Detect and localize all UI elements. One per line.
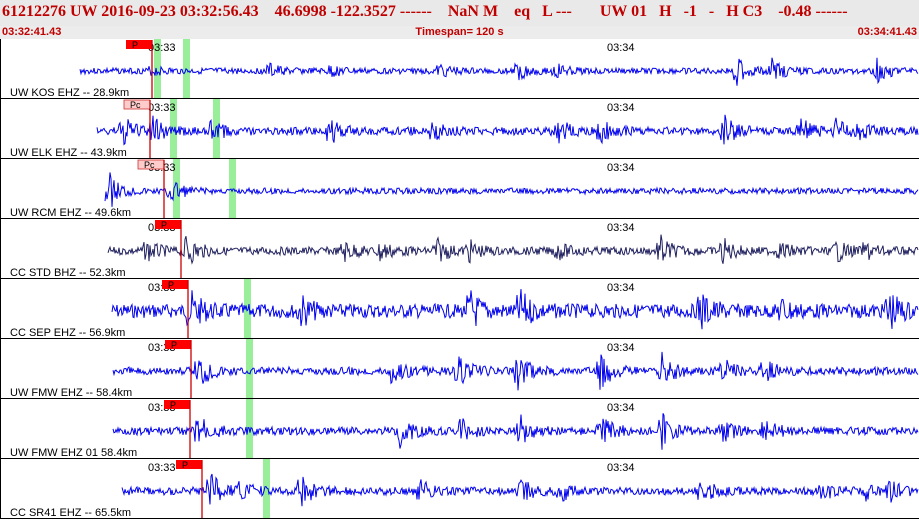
channel-row[interactable]: 03:33 03:34 Pc UW ELK EHZ -- 43.9km (0, 99, 919, 159)
phase-pick-flag[interactable] (164, 400, 190, 409)
phase-pick-label: P (168, 280, 174, 290)
phase-pick-label: P (182, 460, 188, 470)
theoretical-arrival-marker (229, 159, 236, 218)
minute-label: 03:34 (607, 402, 635, 414)
channel-row[interactable]: 03:33 03:34 P CC SR41 EHZ -- 65.5km (0, 459, 919, 519)
event-title: 61212276 UW 2016-09-23 03:32:56.43 46.69… (2, 3, 848, 20)
channel-label: UW RCM EHZ -- 49.6km (10, 207, 131, 219)
minute-label: 03:34 (607, 282, 635, 294)
seismogram-panel[interactable]: 03:33 03:34PUW KOS EHZ -- 28.9km03:33 03:3… (0, 39, 919, 520)
phase-pick-flag[interactable] (165, 340, 191, 349)
phase-pick-label: Pc (130, 100, 141, 110)
phase-pick-label: P (161, 220, 167, 230)
time-range-bar: 03:32:41.43 Timespan= 120 s 03:34:41.43 (0, 26, 919, 39)
minute-label: 03:34 (607, 342, 635, 354)
channel-label: UW FMW EHZ -- 58.4km (10, 387, 132, 399)
channel-row[interactable]: 03:33 03:34PUW FMW EHZ 01 58.4km (0, 399, 919, 459)
minute-label: 03:33 (148, 102, 176, 114)
waveform-trace (111, 289, 919, 330)
theoretical-arrival-marker (246, 339, 253, 398)
channel-row[interactable]: 03:33 03:34PCC SEP EHZ -- 56.9km (0, 279, 919, 339)
channel-label: CC SR41 EHZ -- 65.5km (10, 507, 131, 519)
phase-pick-flag[interactable] (155, 220, 181, 229)
waveform-trace (96, 114, 919, 146)
phase-pick-flag[interactable] (176, 460, 202, 469)
channel-row[interactable]: 03:33 03:34PUW KOS EHZ -- 28.9km (0, 39, 919, 99)
channel-row[interactable]: 03:3303:34PcUW RCM EHZ -- 49.6km (0, 159, 919, 219)
channel-label: UW KOS EHZ -- 28.9km (10, 87, 129, 99)
timespan-label: Timespan= 120 s (415, 26, 504, 38)
phase-pick-label: P (170, 400, 176, 410)
minute-label: 03:34 (607, 102, 635, 114)
channel-label: CC SEP EHZ -- 56.9km (10, 327, 125, 339)
waveform-trace (121, 473, 919, 507)
theoretical-arrival-marker (183, 39, 190, 98)
channel-label: CC STD BHZ -- 52.3km (10, 267, 126, 279)
phase-pick-label: Pc (144, 160, 155, 170)
channel-row[interactable]: 03:3303:34PCC STD BHZ -- 52.3km (0, 219, 919, 279)
phase-pick-flag[interactable] (126, 40, 152, 49)
minute-label: 03:33 (148, 462, 176, 474)
channel-label: UW ELK EHZ -- 43.9km (10, 147, 127, 159)
waveform-trace (79, 57, 919, 86)
waveform-trace (112, 351, 919, 391)
phase-pick-label: P (132, 40, 138, 50)
phase-pick-flag[interactable] (162, 280, 188, 289)
end-time: 03:34:41.43 (857, 26, 917, 38)
minute-label: 03:34 (607, 42, 635, 54)
waveform-trace (104, 172, 919, 207)
channel-label: UW FMW EHZ 01 58.4km (10, 447, 137, 459)
theoretical-arrival-marker (263, 459, 270, 518)
event-title-bar: 61212276 UW 2016-09-23 03:32:56.43 46.69… (0, 0, 919, 26)
minute-label: 03:34 (607, 162, 635, 174)
phase-pick-label: P (171, 340, 177, 350)
minute-label: 03:34 (607, 222, 635, 234)
channel-row[interactable]: 03:33 03:34PUW FMW EHZ -- 58.4km (0, 339, 919, 399)
waveform-trace (112, 413, 919, 450)
minute-label: 03:34 (607, 462, 635, 474)
waveform-trace (107, 234, 919, 265)
